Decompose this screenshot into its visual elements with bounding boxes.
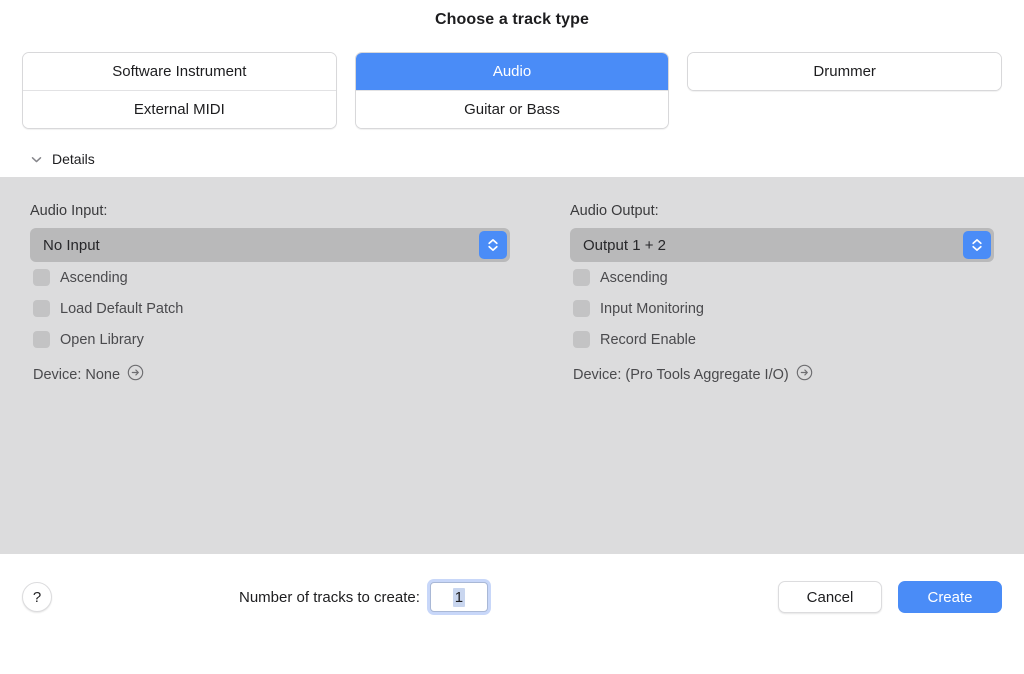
choose-track-type-dialog: Choose a track type Software Instrument … — [0, 0, 1024, 674]
audio-input-device-row[interactable]: Device: None — [33, 364, 510, 386]
details-disclosure[interactable]: Details — [0, 129, 1024, 177]
audio-input-value: No Input — [43, 236, 100, 254]
checkbox-label-record-enable: Record Enable — [600, 331, 696, 348]
checkbox-ascending-input[interactable] — [33, 269, 50, 286]
checkbox-row-record-enable[interactable]: Record Enable — [573, 324, 994, 355]
checkbox-record-enable[interactable] — [573, 331, 590, 348]
create-button[interactable]: Create — [898, 581, 1002, 613]
arrow-right-circle-icon[interactable] — [127, 364, 144, 386]
dialog-title: Choose a track type — [435, 11, 589, 28]
checkbox-row-ascending-input[interactable]: Ascending — [33, 262, 510, 293]
audio-output-label: Audio Output: — [570, 203, 659, 219]
audio-output-device-row[interactable]: Device: (Pro Tools Aggregate I/O) — [573, 364, 994, 386]
cancel-button[interactable]: Cancel — [778, 581, 882, 613]
track-type-group-audio: Audio Guitar or Bass — [354, 52, 670, 129]
checkbox-row-input-monitoring[interactable]: Input Monitoring — [573, 293, 994, 324]
checkbox-row-open-library[interactable]: Open Library — [33, 324, 510, 355]
number-of-tracks-group: Number of tracks to create: 1 — [239, 582, 488, 612]
number-of-tracks-input[interactable]: 1 — [429, 582, 488, 612]
checkbox-label-ascending-output: Ascending — [600, 269, 668, 286]
audio-input-stepper[interactable] — [479, 231, 507, 259]
audio-input-popup[interactable]: No Input — [30, 228, 510, 262]
number-of-tracks-label: Number of tracks to create: — [239, 588, 420, 606]
track-type-group-drummer: Drummer — [687, 52, 1003, 91]
audio-output-device-text: Device: (Pro Tools Aggregate I/O) — [573, 367, 789, 383]
details-panel: Audio Input: No Input Ascending Load Def… — [0, 177, 1024, 554]
checkbox-row-ascending-output[interactable]: Ascending — [573, 262, 994, 293]
audio-output-column: Audio Output: Output 1 + 2 Ascending Inp… — [540, 177, 1024, 554]
checkbox-ascending-output[interactable] — [573, 269, 590, 286]
arrow-right-circle-icon[interactable] — [796, 364, 813, 386]
track-type-guitar-or-bass[interactable]: Guitar or Bass — [355, 90, 669, 128]
checkbox-input-monitoring[interactable] — [573, 300, 590, 317]
audio-input-column: Audio Input: No Input Ascending Load Def… — [0, 177, 540, 554]
chevron-down-icon — [30, 153, 43, 166]
checkbox-load-default-patch[interactable] — [33, 300, 50, 317]
dialog-footer: ? Number of tracks to create: 1 Cancel C… — [0, 554, 1024, 640]
checkbox-row-load-default-patch[interactable]: Load Default Patch — [33, 293, 510, 324]
track-type-external-midi[interactable]: External MIDI — [23, 90, 336, 128]
audio-input-device-text: Device: None — [33, 367, 121, 383]
dialog-titlebar: Choose a track type — [0, 0, 1024, 40]
audio-output-stepper[interactable] — [963, 231, 991, 259]
track-type-software-instrument[interactable]: Software Instrument — [23, 53, 336, 90]
checkbox-label-input-monitoring: Input Monitoring — [600, 300, 704, 317]
checkbox-open-library[interactable] — [33, 331, 50, 348]
checkbox-label-ascending-input: Ascending — [60, 269, 128, 286]
track-type-group-software-instrument: Software Instrument External MIDI — [22, 52, 337, 129]
audio-output-value: Output 1 + 2 — [583, 236, 666, 254]
checkbox-label-open-library: Open Library — [60, 331, 144, 348]
audio-output-popup[interactable]: Output 1 + 2 — [570, 228, 994, 262]
number-of-tracks-value: 1 — [452, 587, 466, 607]
checkbox-label-load-default-patch: Load Default Patch — [60, 300, 184, 317]
track-type-audio[interactable]: Audio — [355, 53, 669, 90]
audio-input-label: Audio Input: — [30, 203, 108, 219]
question-mark-icon: ? — [32, 588, 42, 606]
help-button[interactable]: ? — [22, 582, 52, 612]
details-label: Details — [52, 151, 95, 167]
track-type-picker: Software Instrument External MIDI Audio … — [0, 40, 1024, 129]
track-type-drummer[interactable]: Drummer — [688, 53, 1002, 90]
footer-actions: Cancel Create — [778, 581, 1002, 613]
